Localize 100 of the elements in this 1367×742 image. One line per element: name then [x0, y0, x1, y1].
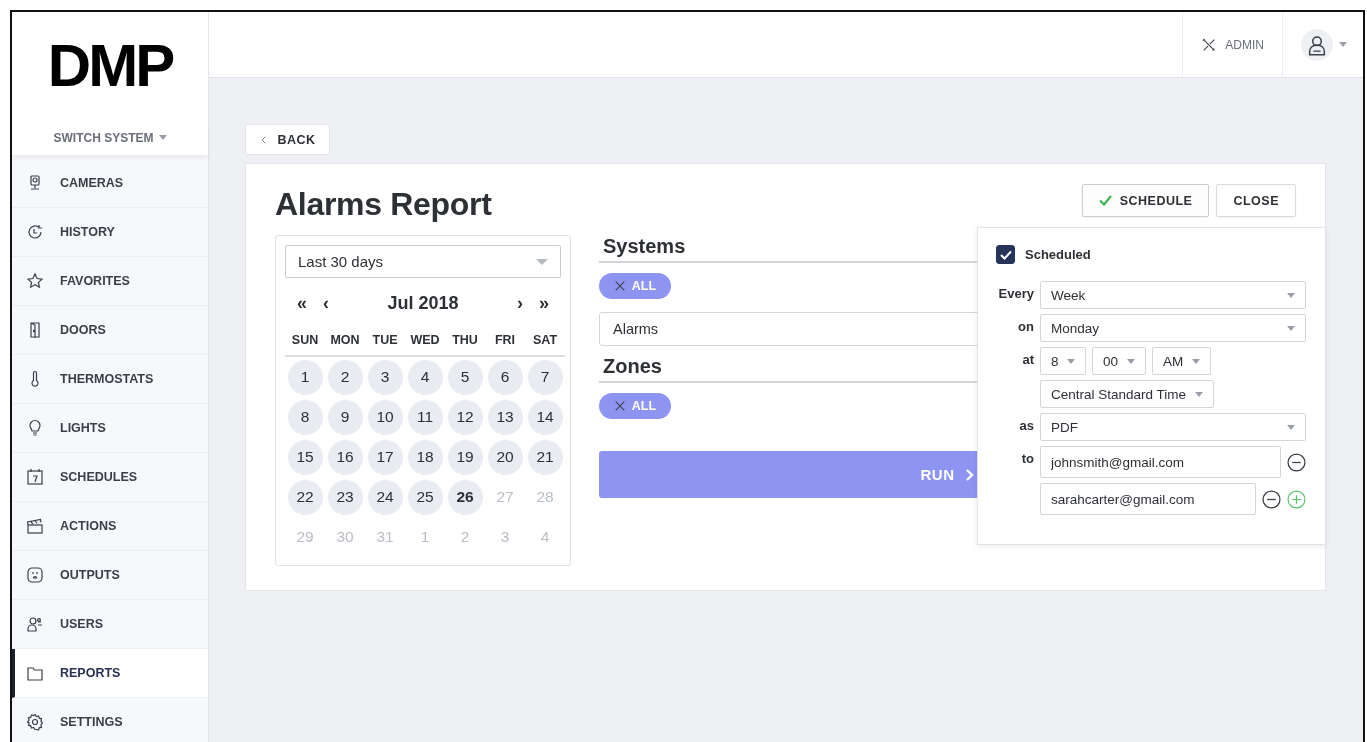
close-icon	[613, 400, 626, 412]
caret-icon	[1127, 358, 1135, 364]
sidebar-item[interactable]: HISTORY	[12, 208, 208, 257]
checkbox[interactable]	[996, 245, 1015, 264]
admin-button[interactable]: ADMIN	[1182, 12, 1283, 77]
email-field[interactable]: sarahcarter@gmail.com	[1040, 483, 1256, 515]
calendar-day[interactable]: 8	[287, 399, 323, 435]
logo: DMP	[47, 36, 173, 96]
caret-icon	[1067, 358, 1075, 364]
format-select[interactable]: PDF	[1040, 413, 1306, 441]
calendar-day[interactable]: 22	[287, 479, 323, 515]
calendar-day[interactable]: 6	[487, 359, 523, 395]
calendar-day[interactable]: 19	[447, 439, 483, 475]
weekday-label: SAT	[525, 332, 565, 357]
folder-icon	[26, 664, 44, 682]
calendar-day[interactable]: 4	[407, 359, 443, 395]
caret-icon	[1287, 292, 1295, 298]
calendar-day[interactable]: 2	[327, 359, 363, 395]
calendar-day[interactable]: 23	[327, 479, 363, 515]
calendar-day[interactable]: 13	[487, 399, 523, 435]
calendar-day: 31	[367, 519, 403, 555]
sidebar-item[interactable]: LIGHTS	[12, 404, 208, 453]
star-icon	[26, 272, 44, 290]
weekday-label: SUN	[285, 332, 325, 357]
schedule-button[interactable]: SCHEDULE	[1081, 184, 1210, 217]
caret-icon	[1287, 325, 1295, 331]
caret-icon	[1287, 424, 1295, 430]
remove-icon	[1287, 452, 1306, 472]
month-nav-button[interactable]: «	[290, 292, 314, 314]
sidebar-item[interactable]: SCHEDULES	[12, 453, 208, 502]
date-range-select[interactable]: Last 30 days	[285, 245, 561, 278]
frequency-select[interactable]: Week	[1040, 281, 1306, 309]
ampm-select[interactable]: AM	[1152, 347, 1211, 375]
timezone-select[interactable]: Central Standard Time	[1040, 380, 1214, 408]
minute-select[interactable]: 00	[1092, 347, 1146, 375]
chevron-right-icon	[964, 467, 974, 482]
sidebar-item[interactable]: ACTIONS	[12, 502, 208, 551]
back-button[interactable]: BACK	[245, 124, 330, 155]
checkbox-label: Scheduled	[1025, 247, 1091, 262]
check-icon	[999, 249, 1012, 260]
avatar-icon[interactable]	[1301, 28, 1333, 61]
sidebar-item[interactable]: DOORS	[12, 306, 208, 355]
field-label: Every	[997, 285, 1034, 301]
gear-icon	[26, 713, 44, 731]
calendar-day[interactable]: 12	[447, 399, 483, 435]
clapperboard-icon	[26, 517, 44, 535]
month-nav-button[interactable]: ‹	[314, 292, 338, 314]
sidebar-item[interactable]: SETTINGS	[12, 698, 208, 742]
calendar-day[interactable]: 7	[527, 359, 563, 395]
calendar-day[interactable]: 26	[447, 479, 483, 515]
close-button[interactable]: CLOSE	[1216, 184, 1296, 217]
calendar-day[interactable]: 5	[447, 359, 483, 395]
weekday-label: THU	[445, 332, 485, 357]
calendar-day[interactable]: 9	[327, 399, 363, 435]
calendar-day: 1	[407, 519, 443, 555]
outlet-icon	[26, 566, 44, 584]
calendar-day[interactable]: 3	[367, 359, 403, 395]
check-icon	[1098, 195, 1112, 206]
weekday-label: FRI	[485, 332, 525, 357]
calendar-day[interactable]: 18	[407, 439, 443, 475]
calendar-day[interactable]: 1	[287, 359, 323, 395]
field-label: as	[1018, 417, 1034, 433]
hour-select[interactable]: 8	[1040, 347, 1086, 375]
month-nav-button[interactable]: ›	[508, 292, 532, 314]
calendar-day[interactable]: 20	[487, 439, 523, 475]
page-title: Alarms Report	[275, 186, 492, 223]
users-icon	[26, 615, 44, 633]
calendar-day: 2	[447, 519, 483, 555]
email-field[interactable]: johnsmith@gmail.com	[1040, 446, 1281, 478]
close-icon	[613, 280, 626, 292]
field-label: to	[1020, 450, 1034, 466]
sidebar-item[interactable]: REPORTS	[12, 649, 208, 698]
caret-icon	[1195, 391, 1203, 397]
calendar-day[interactable]: 16	[327, 439, 363, 475]
calendar-day[interactable]: 21	[527, 439, 563, 475]
calendar-day[interactable]: 25	[407, 479, 443, 515]
calendar-day: 27	[487, 479, 523, 515]
calendar-day[interactable]: 15	[287, 439, 323, 475]
sidebar-item[interactable]: OUTPUTS	[12, 551, 208, 600]
calendar-day: 28	[527, 479, 563, 515]
switch-system-button[interactable]: SWITCH SYSTEM	[12, 120, 208, 155]
calendar-day[interactable]: 11	[407, 399, 443, 435]
calendar-day[interactable]: 10	[367, 399, 403, 435]
caret-icon	[1339, 42, 1347, 47]
caret-icon	[1192, 358, 1200, 364]
calendar-day[interactable]: 17	[367, 439, 403, 475]
calendar-day[interactable]: 24	[367, 479, 403, 515]
calendar-day[interactable]: 14	[527, 399, 563, 435]
weekday-label: MON	[325, 332, 365, 357]
sidebar-item[interactable]: CAMERAS	[12, 159, 208, 208]
calendar-day: 29	[287, 519, 323, 555]
remove-icon	[1262, 489, 1281, 509]
calendar-icon	[26, 468, 44, 486]
month-nav-button[interactable]: »	[532, 292, 556, 314]
day-select[interactable]: Monday	[1040, 314, 1306, 342]
caret-icon	[158, 135, 167, 140]
sidebar-item[interactable]: FAVORITES	[12, 257, 208, 306]
sidebar-item[interactable]: THERMOSTATS	[12, 355, 208, 404]
month-label: Jul 2018	[386, 292, 460, 314]
calendar-day: 4	[527, 519, 563, 555]
